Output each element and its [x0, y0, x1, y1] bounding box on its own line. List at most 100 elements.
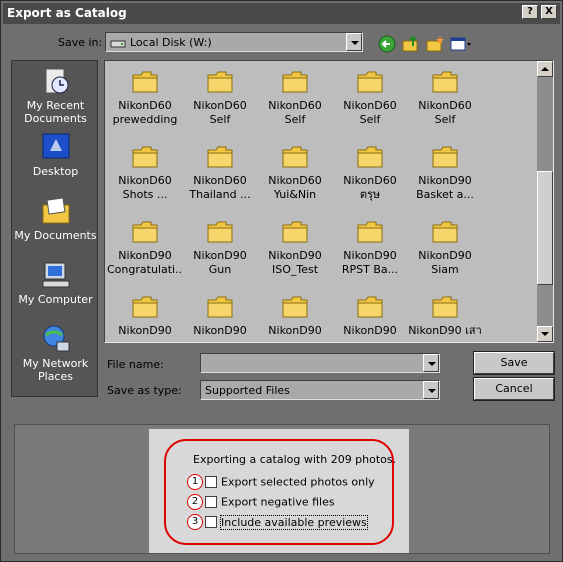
folder-item[interactable]: NikonD90	[107, 294, 183, 342]
folder-item[interactable]: NikonD90 Gun	[182, 219, 258, 277]
folder-item[interactable]: NikonD90	[332, 294, 408, 342]
scroll-thumb[interactable]	[537, 171, 553, 285]
place-my-recent-documents[interactable]: My Recent Documents	[12, 65, 99, 125]
folder-name: NikonD90 RPST Ba...	[341, 249, 399, 276]
folder-name: NikonD90 ISO_Test	[268, 249, 322, 276]
folder-icon	[357, 296, 383, 318]
folder-icon	[357, 221, 383, 243]
folder-name: NikonD90 Basket a...	[416, 174, 474, 201]
folder-item[interactable]: NikonD90 ISO_Test	[257, 219, 333, 277]
folder-item[interactable]: NikonD60 prewedding	[107, 69, 183, 127]
folder-icon	[282, 71, 308, 93]
folder-item[interactable]: NikonD90 Congratulati...	[107, 219, 183, 277]
folder-name: NikonD60 Self portrait	[193, 99, 247, 126]
folder-item[interactable]: NikonD90	[182, 294, 258, 342]
folder-icon	[432, 221, 458, 243]
save-button[interactable]: Save	[473, 351, 555, 375]
folder-name: NikonD90	[193, 324, 247, 337]
folder-item[interactable]: NikonD60 Thailand ...	[182, 144, 258, 202]
folder-icon	[357, 71, 383, 93]
folder-name: NikonD90 Gun	[193, 249, 247, 276]
new-folder-icon[interactable]	[425, 34, 445, 54]
folder-item[interactable]: NikonD60 Self portrait 2---2	[257, 69, 333, 127]
folder-item[interactable]: NikonD90 Basket a...	[407, 144, 483, 202]
folder-icon	[132, 146, 158, 168]
help-button[interactable]: ?	[522, 5, 538, 19]
place-my-network-places[interactable]: My Network Places	[12, 323, 99, 383]
folder-name: NikonD60 Shots ...	[118, 174, 172, 201]
drive-icon	[110, 40, 126, 48]
save-as-type-dropdown[interactable]: Supported Files	[200, 380, 440, 400]
folder-icon	[207, 296, 233, 318]
folder-item[interactable]: NikonD90 Siam Millionaire's ...	[407, 219, 483, 277]
place-label: My Recent Documents	[24, 99, 87, 125]
place-label: My Computer	[18, 293, 93, 306]
place-label: My Documents	[14, 229, 97, 242]
chevron-down-icon[interactable]	[423, 354, 439, 372]
file-name-label: File name:	[107, 358, 164, 371]
scroll-down-button[interactable]	[537, 326, 553, 342]
save-in-dropdown[interactable]: Local Disk (W:)	[105, 32, 363, 52]
folder-icon	[207, 146, 233, 168]
folder-name: NikonD60 Thailand ...	[189, 174, 251, 201]
views-menu-icon[interactable]	[449, 34, 473, 54]
place-desktop[interactable]: Desktop	[12, 131, 99, 178]
place-my-computer[interactable]: My Computer	[12, 259, 99, 306]
folder-name: NikonD90	[343, 324, 397, 337]
folder-name: NikonD90 Congratulati...	[107, 249, 183, 276]
my-documents-icon	[42, 197, 69, 224]
annotation-highlight-ring	[164, 439, 394, 545]
folder-icon	[282, 296, 308, 318]
recent-documents-icon	[45, 68, 68, 94]
folder-name: NikonD90 Siam Millionaire's ...	[418, 249, 472, 276]
save-as-type-value: Supported Files	[205, 384, 290, 397]
export-catalog-dialog: Export as Catalog ? X Save in: Local Dis…	[0, 0, 563, 562]
window-title: Export as Catalog	[7, 6, 127, 20]
folder-icon	[357, 146, 383, 168]
place-my-documents[interactable]: My Documents	[12, 195, 99, 242]
folder-name: NikonD60 Self portrait 2---2	[268, 99, 322, 126]
folder-icon	[132, 221, 158, 243]
up-folder-icon[interactable]	[401, 34, 421, 54]
folder-icon	[207, 221, 233, 243]
place-label: My Network Places	[22, 357, 89, 383]
chevron-down-icon[interactable]	[346, 33, 362, 51]
folder-item[interactable]: NikonD60 Self portrait	[182, 69, 258, 127]
folder-item[interactable]: NikonD60 Yui&Nin	[257, 144, 333, 202]
file-list[interactable]: NikonD60 prewedding NikonD60 Self portrai…	[104, 60, 554, 343]
folder-item[interactable]: NikonD60 Self Training Tri...	[332, 69, 408, 127]
folder-item[interactable]: NikonD90	[257, 294, 333, 342]
save-in-value: Local Disk (W:)	[130, 36, 212, 49]
cancel-button[interactable]: Cancel	[473, 377, 555, 401]
file-name-field[interactable]	[200, 353, 440, 373]
folder-icon	[432, 146, 458, 168]
desktop-icon	[42, 133, 69, 159]
scroll-up-button[interactable]	[537, 61, 553, 77]
folder-icon	[432, 71, 458, 93]
chevron-down-icon[interactable]	[423, 381, 439, 399]
folder-icon	[432, 296, 458, 318]
folder-item[interactable]: NikonD60 ตรุษ จีน ถนนเยาราช	[332, 144, 408, 202]
place-label: Desktop	[32, 165, 79, 178]
back-icon[interactable]	[377, 34, 397, 54]
folder-name: NikonD60 Self Training Tri...	[418, 99, 472, 126]
folder-name: NikonD60 ตรุษ จีน ถนนเยาราช	[343, 174, 397, 201]
folder-item[interactable]: NikonD90 เสา	[407, 294, 483, 342]
title-bar: Export as Catalog	[3, 3, 560, 24]
my-computer-icon	[42, 262, 69, 288]
folder-item[interactable]: NikonD60 Shots ...	[107, 144, 183, 202]
close-button[interactable]: X	[541, 5, 557, 19]
folder-name: NikonD90	[118, 324, 172, 337]
folder-icon	[207, 71, 233, 93]
folder-icon	[132, 71, 158, 93]
folder-item[interactable]: NikonD90 RPST Ba...	[332, 219, 408, 277]
folder-name: NikonD90 เสา	[408, 324, 482, 337]
folder-item[interactable]: NikonD60 Self Training Tri...	[407, 69, 483, 127]
folder-name: NikonD60 Self Training Tri...	[343, 99, 397, 126]
folder-name: NikonD60 Yui&Nin	[268, 174, 322, 201]
folder-icon	[282, 146, 308, 168]
folder-icon	[282, 221, 308, 243]
folder-name: NikonD90	[268, 324, 322, 337]
save-as-type-label: Save as type:	[107, 384, 182, 397]
vertical-scrollbar[interactable]	[537, 61, 553, 342]
